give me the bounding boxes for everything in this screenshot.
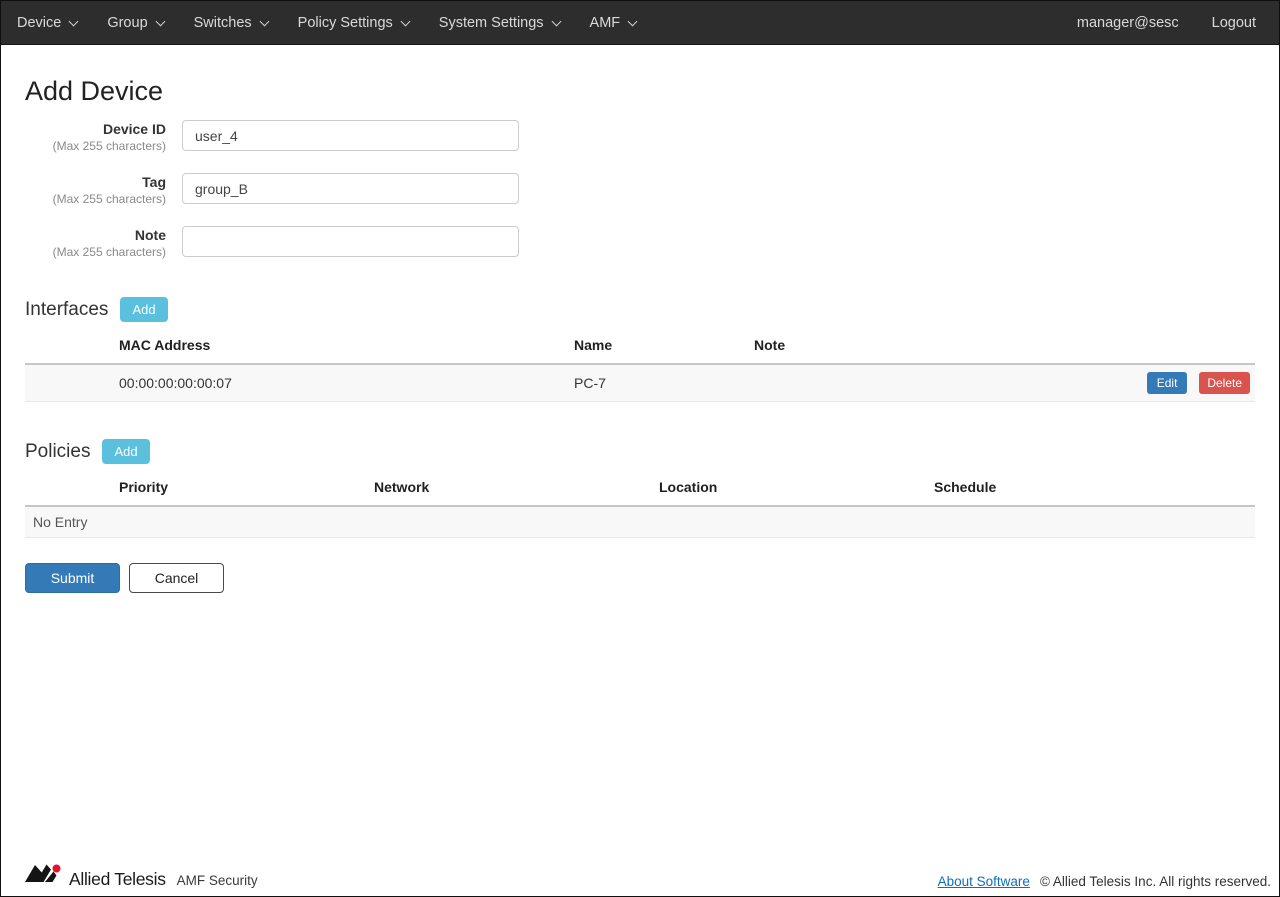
interfaces-section-head: Interfaces Add	[25, 297, 1255, 322]
user-account-label: manager@sesc	[1057, 15, 1199, 31]
footer-brand: Allied Telesis AMF Security	[25, 863, 258, 889]
logout-link[interactable]: Logout	[1199, 15, 1269, 31]
col-schedule: Schedule	[934, 470, 1255, 506]
form-actions: Submit Cancel	[25, 563, 1255, 593]
device-id-label: Device ID	[25, 121, 166, 138]
note-cell	[754, 364, 1105, 402]
nav-item-label: System Settings	[439, 15, 544, 31]
nav-item-label: Policy Settings	[298, 15, 393, 31]
footer-legal: About Software © Allied Telesis Inc. All…	[938, 874, 1271, 889]
col-mac-address: MAC Address	[25, 328, 574, 364]
brand-wordmark: Allied Telesis	[69, 870, 166, 889]
chevron-down-icon	[628, 16, 638, 26]
form-row-device-id: Device ID (Max 255 characters)	[25, 120, 1255, 154]
page-title: Add Device	[25, 73, 1255, 109]
field-label-block: Note (Max 255 characters)	[25, 226, 166, 260]
form-row-note: Note (Max 255 characters)	[25, 226, 1255, 260]
policies-section: Policies Add Priority Network Location S…	[25, 439, 1255, 538]
nav-item-label: Switches	[194, 15, 252, 31]
device-id-hint: (Max 255 characters)	[25, 138, 166, 154]
tag-hint: (Max 255 characters)	[25, 191, 166, 207]
nav-item-label: AMF	[590, 15, 621, 31]
col-note: Note	[754, 328, 1105, 364]
col-network: Network	[374, 470, 659, 506]
note-label: Note	[25, 227, 166, 244]
no-entry-cell: No Entry	[25, 506, 1255, 538]
interfaces-add-button[interactable]: Add	[120, 297, 167, 322]
nav-item-group[interactable]: Group	[92, 1, 178, 44]
top-navbar: Device Group Switches Policy Settings Sy…	[1, 1, 1279, 45]
nav-item-label: Device	[17, 15, 61, 31]
interfaces-header-row: MAC Address Name Note	[25, 328, 1255, 364]
col-location: Location	[659, 470, 934, 506]
note-input[interactable]	[182, 226, 519, 257]
chevron-down-icon	[69, 16, 79, 26]
cancel-button[interactable]: Cancel	[129, 563, 224, 593]
add-device-form: Device ID (Max 255 characters) Tag (Max …	[25, 120, 1255, 260]
interfaces-table: MAC Address Name Note 00:00:00:00:00:07 …	[25, 328, 1255, 402]
product-name: AMF Security	[177, 872, 258, 889]
nav-item-system-settings[interactable]: System Settings	[424, 1, 575, 44]
row-actions: Edit Delete	[1105, 364, 1255, 402]
nav-item-amf[interactable]: AMF	[575, 1, 652, 44]
interfaces-title: Interfaces	[25, 299, 108, 321]
field-label-block: Device ID (Max 255 characters)	[25, 120, 166, 154]
form-row-tag: Tag (Max 255 characters)	[25, 173, 1255, 207]
nav-item-label: Group	[107, 15, 147, 31]
allied-telesis-logo-icon	[25, 863, 63, 889]
col-priority: Priority	[25, 470, 374, 506]
policies-add-button[interactable]: Add	[102, 439, 149, 464]
main-content: Add Device Device ID (Max 255 characters…	[1, 45, 1279, 856]
chevron-down-icon	[259, 16, 269, 26]
policies-section-head: Policies Add	[25, 439, 1255, 464]
mac-address-cell: 00:00:00:00:00:07	[25, 364, 574, 402]
policies-table: Priority Network Location Schedule No En…	[25, 470, 1255, 538]
field-label-block: Tag (Max 255 characters)	[25, 173, 166, 207]
device-id-input[interactable]	[182, 120, 519, 151]
table-row: No Entry	[25, 506, 1255, 538]
tag-label: Tag	[25, 174, 166, 191]
policies-title: Policies	[25, 441, 90, 463]
chevron-down-icon	[400, 16, 410, 26]
chevron-down-icon	[155, 16, 165, 26]
navbar-right: manager@sesc Logout	[1057, 1, 1269, 44]
about-software-link[interactable]: About Software	[938, 874, 1030, 889]
footer: Allied Telesis AMF Security About Softwa…	[1, 856, 1279, 896]
edit-button[interactable]: Edit	[1147, 372, 1188, 394]
chevron-down-icon	[551, 16, 561, 26]
interfaces-section: Interfaces Add MAC Address Name Note 00:…	[25, 297, 1255, 402]
note-hint: (Max 255 characters)	[25, 244, 166, 260]
delete-button[interactable]: Delete	[1199, 372, 1250, 394]
policies-header-row: Priority Network Location Schedule	[25, 470, 1255, 506]
nav-item-device[interactable]: Device	[2, 1, 92, 44]
navbar-menu: Device Group Switches Policy Settings Sy…	[2, 1, 651, 44]
nav-item-policy-settings[interactable]: Policy Settings	[283, 1, 424, 44]
tag-input[interactable]	[182, 173, 519, 204]
copyright-text: © Allied Telesis Inc. All rights reserve…	[1040, 874, 1271, 889]
submit-button[interactable]: Submit	[25, 563, 120, 593]
page: Device Group Switches Policy Settings Sy…	[0, 0, 1280, 897]
nav-item-switches[interactable]: Switches	[179, 1, 283, 44]
col-actions	[1105, 328, 1255, 364]
table-row: 00:00:00:00:00:07 PC-7 Edit Delete	[25, 364, 1255, 402]
name-cell: PC-7	[574, 364, 754, 402]
col-name: Name	[574, 328, 754, 364]
